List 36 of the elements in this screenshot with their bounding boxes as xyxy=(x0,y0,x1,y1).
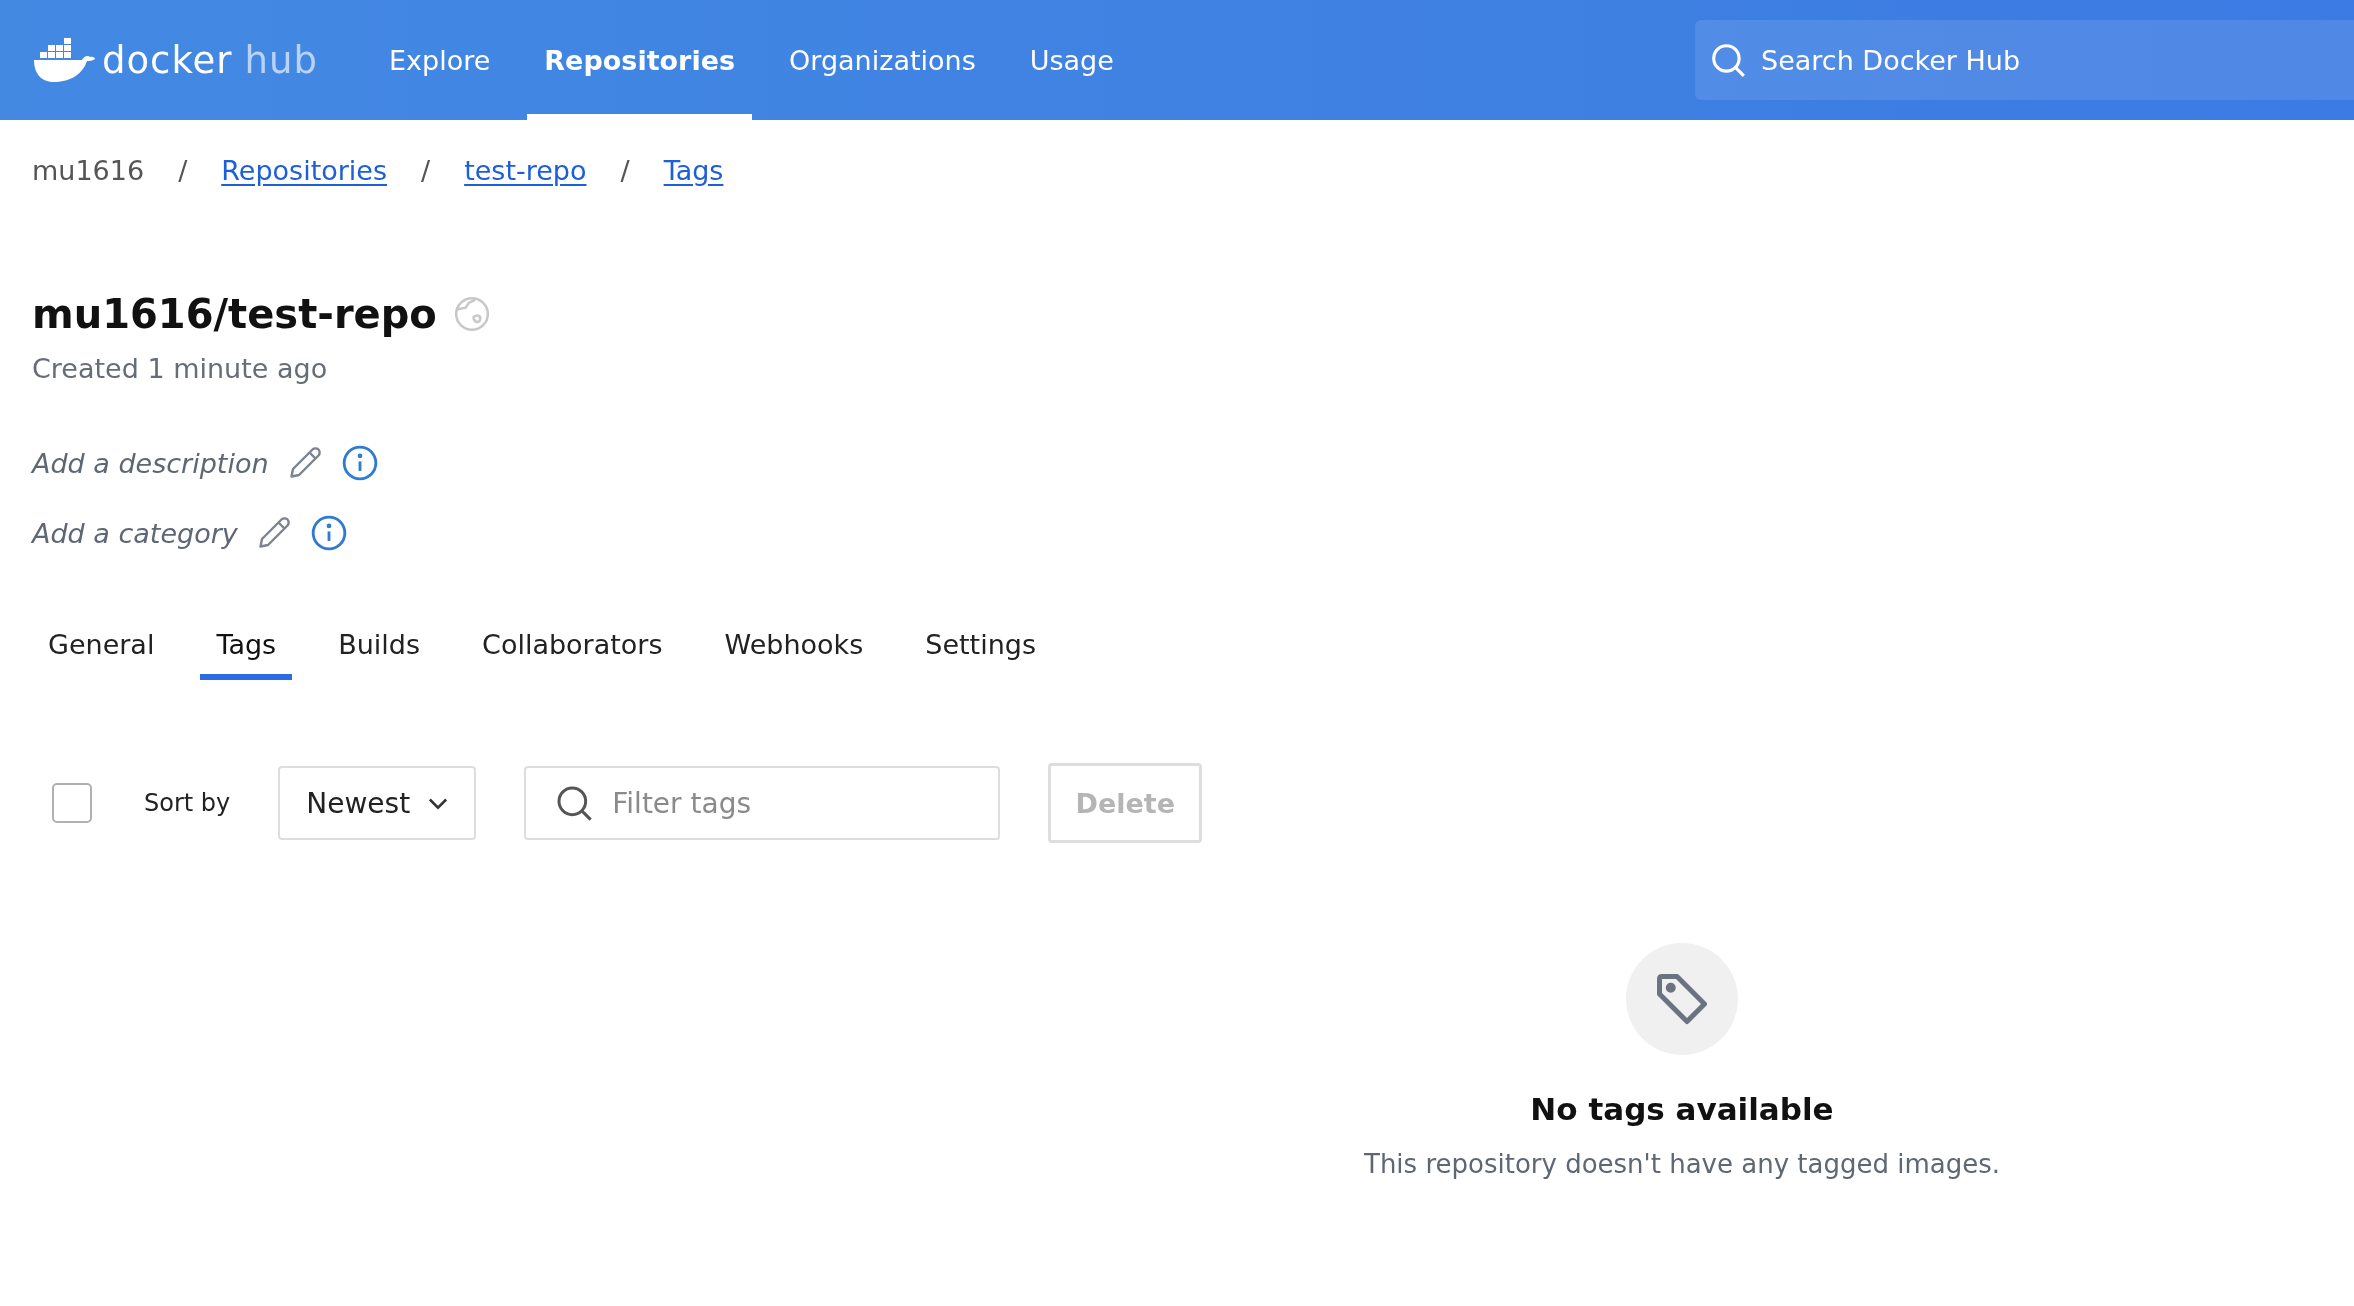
tab[interactable]: Builds xyxy=(322,619,437,680)
tab[interactable]: General xyxy=(32,619,171,680)
tab[interactable]: Tags xyxy=(200,619,293,680)
breadcrumb-item: mu1616 xyxy=(32,154,145,186)
breadcrumb-link[interactable]: Repositories xyxy=(221,154,388,186)
tab[interactable]: Webhooks xyxy=(708,619,880,680)
sort-dropdown[interactable]: Newest xyxy=(278,766,477,840)
whale-icon xyxy=(32,38,96,82)
info-icon[interactable] xyxy=(309,514,348,552)
breadcrumb-link[interactable]: test-repo xyxy=(464,154,587,186)
search-icon xyxy=(1709,41,1747,79)
nav-link[interactable]: Repositories xyxy=(527,0,753,120)
breadcrumb-link[interactable]: Tags xyxy=(663,154,724,186)
logo-text: hub xyxy=(244,38,318,82)
info-icon[interactable] xyxy=(340,444,379,482)
repository-title: mu1616/test-repo xyxy=(32,291,437,337)
logo-text: docker xyxy=(102,38,233,82)
globe-icon xyxy=(452,295,491,333)
nav-link[interactable]: Organizations xyxy=(772,0,993,120)
empty-state-title: No tags available xyxy=(1530,1091,1834,1127)
breadcrumb-separator: / xyxy=(421,154,431,186)
created-time: Created 1 minute ago xyxy=(32,353,329,384)
docker-hub-logo[interactable]: docker hub xyxy=(32,38,372,82)
empty-state-message: This repository doesn't have any tagged images. xyxy=(1364,1149,2000,1179)
nav-link[interactable]: Explore xyxy=(372,0,508,120)
search-field[interactable]: Search Docker Hub xyxy=(1695,20,2354,100)
editable-text-field[interactable]: Add a description xyxy=(32,447,269,479)
breadcrumb-separator: / xyxy=(620,154,630,186)
select-all-checkbox[interactable] xyxy=(52,783,92,823)
filter-field[interactable]: Filter tags xyxy=(524,766,1001,840)
editable-text-field[interactable]: Add a category xyxy=(32,517,238,549)
sort-label: Sort by xyxy=(144,789,231,817)
tab[interactable]: Settings xyxy=(909,619,1052,680)
tab[interactable]: Collaborators xyxy=(466,619,679,680)
nav-link[interactable]: Usage xyxy=(1012,0,1131,120)
breadcrumb-separator: / xyxy=(178,154,188,186)
